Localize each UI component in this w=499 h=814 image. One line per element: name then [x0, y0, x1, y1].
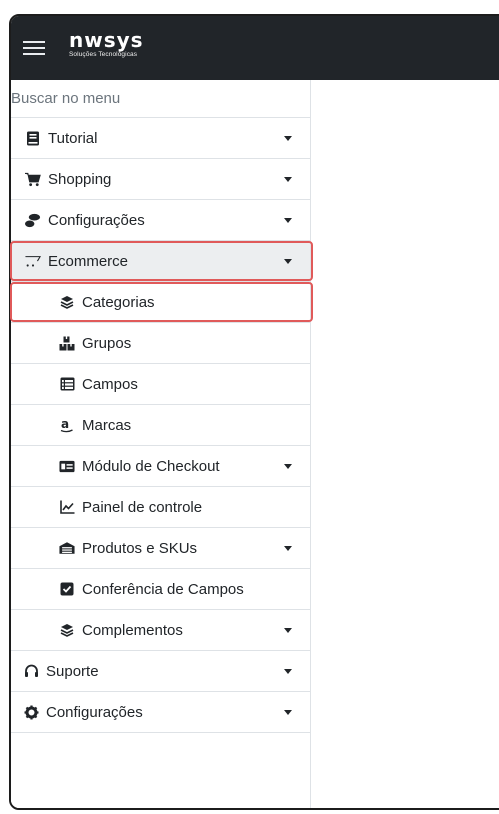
sidebar-subitem-categorias[interactable]: Categorias	[11, 282, 310, 323]
headset-icon	[23, 663, 39, 679]
layers-icon	[59, 294, 75, 310]
brand-logo[interactable]: nwsys Soluções Tecnológicas	[69, 30, 144, 58]
sidebar-subitem-checkout[interactable]: Módulo de Checkout	[11, 446, 310, 487]
checkbox-icon	[59, 581, 75, 597]
sidebar-item-label: Produtos e SKUs	[82, 539, 198, 557]
sidebar-item-label: Painel de controle	[82, 498, 203, 516]
sidebar-item-label: Shopping	[48, 170, 112, 188]
sidebar-subitem-marcas[interactable]: a Marcas	[11, 405, 310, 446]
amazon-icon: a	[59, 417, 75, 433]
caret-down-icon	[284, 259, 292, 264]
sidebar-item-label: Configurações	[46, 703, 143, 721]
sidebar-menu: Tutorial Shopping Configurações Ecommerc…	[11, 80, 311, 808]
sidebar-subitem-grupos[interactable]: Grupos	[11, 323, 310, 364]
sidebar-item-ecommerce[interactable]: Ecommerce	[11, 241, 310, 282]
main-content-area	[312, 80, 499, 808]
sidebar-subitem-complementos[interactable]: Complementos	[11, 610, 310, 651]
sidebar-subitem-produtos[interactable]: Produtos e SKUs	[11, 528, 310, 569]
caret-down-icon	[284, 628, 292, 633]
cart-outline-icon	[25, 253, 41, 269]
brand-name: nwsys	[69, 28, 144, 52]
caret-down-icon	[284, 464, 292, 469]
hamburger-menu-icon[interactable]	[23, 35, 49, 57]
sidebar-subitem-painel[interactable]: Painel de controle	[11, 487, 310, 528]
table-icon	[59, 376, 75, 392]
caret-down-icon	[284, 177, 292, 182]
caret-down-icon	[284, 218, 292, 223]
sidebar-subitem-conferencia[interactable]: Conferência de Campos	[11, 569, 310, 610]
caret-down-icon	[284, 669, 292, 674]
sidebar-item-label: Complementos	[82, 621, 183, 639]
sidebar-item-label: Grupos	[82, 334, 132, 352]
sidebar-item-label: Tutorial	[48, 129, 98, 147]
sidebar-subitem-campos[interactable]: Campos	[11, 364, 310, 405]
sidebar-item-suporte[interactable]: Suporte	[11, 651, 310, 692]
caret-down-icon	[284, 546, 292, 551]
svg-text:a: a	[61, 418, 69, 431]
boxes-icon	[59, 335, 75, 351]
layers-icon	[59, 622, 75, 638]
brand-tagline: Soluções Tecnológicas	[69, 51, 138, 58]
sidebar-item-label: Suporte	[46, 662, 99, 680]
sidebar-item-label: Configurações	[48, 211, 145, 229]
warehouse-icon	[59, 540, 75, 556]
sidebar-item-label: Ecommerce	[48, 252, 129, 270]
sidebar-item-configuracoes[interactable]: Configurações	[11, 200, 310, 241]
caret-down-icon	[284, 136, 292, 141]
sidebar-item-tutorial[interactable]: Tutorial	[11, 118, 310, 159]
sidebar-item-shopping[interactable]: Shopping	[11, 159, 310, 200]
app-window: nwsys Soluções Tecnológicas Tutorial Sho…	[9, 14, 499, 810]
menu-search	[11, 80, 310, 118]
top-navbar: nwsys Soluções Tecnológicas	[11, 16, 499, 80]
line-chart-icon	[59, 499, 75, 515]
id-card-icon	[59, 458, 75, 474]
sidebar-item-label: Categorias	[82, 293, 155, 311]
book-icon	[25, 130, 41, 146]
sidebar-item-label: Marcas	[82, 416, 132, 434]
caret-down-icon	[284, 710, 292, 715]
sidebar-item-label: Módulo de Checkout	[82, 457, 220, 475]
sidebar-item-configuracoes-2[interactable]: Configurações	[11, 692, 310, 733]
gear-icon	[23, 704, 39, 720]
toggle-shapes-icon	[25, 212, 41, 228]
menu-search-input[interactable]	[11, 80, 310, 117]
shopping-cart-icon	[25, 171, 41, 187]
sidebar-item-label: Campos	[82, 375, 138, 393]
sidebar-item-label: Conferência de Campos	[82, 580, 244, 598]
